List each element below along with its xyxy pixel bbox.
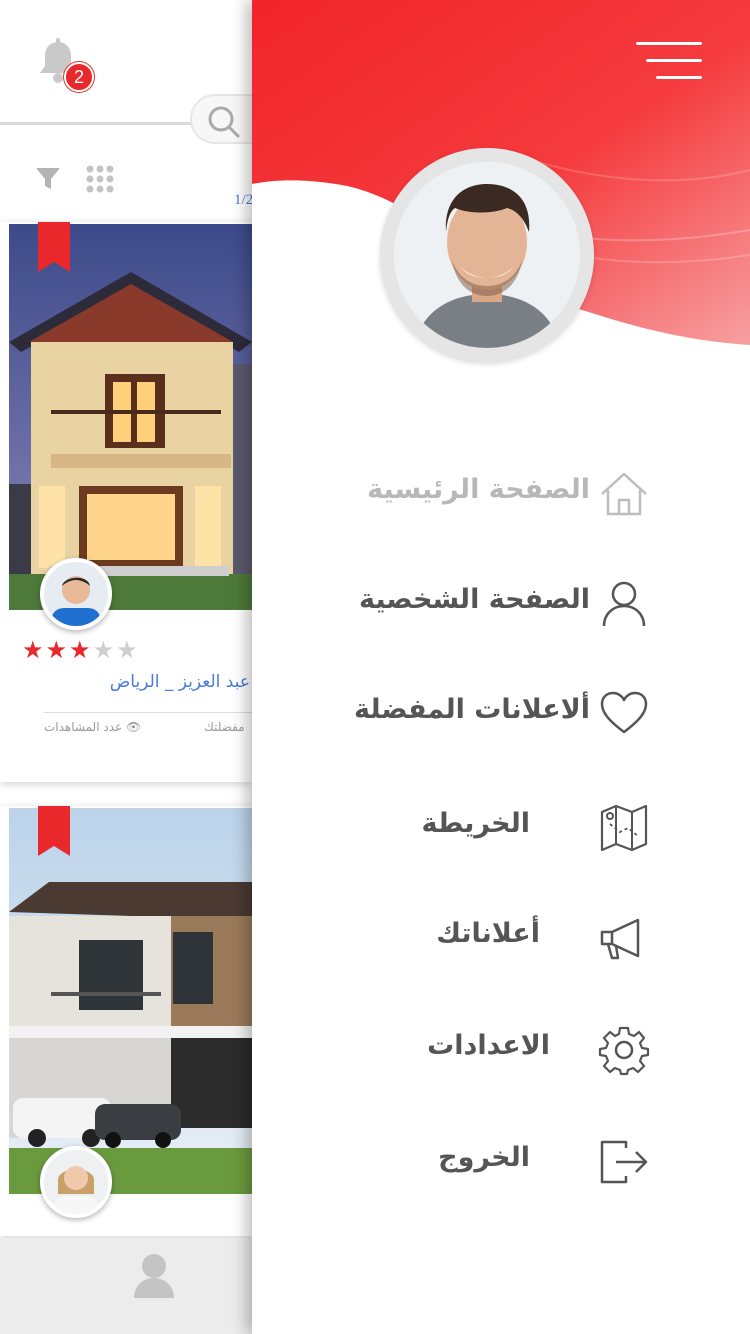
property-photo <box>9 808 252 1194</box>
agent-avatar[interactable] <box>40 558 112 630</box>
menu-item-map[interactable]: الخريطة <box>252 794 650 864</box>
rating-stars: ★★★★★ <box>22 636 140 664</box>
logout-icon <box>600 1140 648 1184</box>
map-icon <box>600 804 648 852</box>
views-label: عدد المشاهدات <box>44 720 123 734</box>
property-location[interactable]: عبد العزيز _ الرياض <box>110 672 250 692</box>
search-underline <box>0 122 200 125</box>
star-filled: ★ <box>22 636 46 664</box>
notification-count-badge: 2 <box>64 62 94 92</box>
menu-item-label: الخروج <box>438 1142 530 1173</box>
menu-item-profile[interactable]: الصفحة الشخصية <box>252 570 650 640</box>
star-filled: ★ <box>45 636 70 664</box>
page-indicator: 1/2 <box>234 192 254 208</box>
eye-icon: 👁 <box>126 720 142 734</box>
menu-item-logout[interactable]: الخروج <box>252 1128 650 1198</box>
property-card[interactable] <box>0 806 252 1236</box>
home-icon <box>601 472 647 516</box>
menu-item-my-ads[interactable]: أعلاناتك <box>252 904 650 974</box>
hamburger-line <box>636 42 702 45</box>
menu-item-home[interactable]: الصفحة الرئيسية <box>252 460 650 530</box>
profile-tab-icon[interactable] <box>132 1252 176 1300</box>
hamburger-line <box>646 59 702 62</box>
menu-toggle-button[interactable] <box>634 40 702 82</box>
property-card[interactable]: ★★★★★ عبد العزيز _ الرياض 👁 عدد المشاهدا… <box>0 222 252 782</box>
heart-icon <box>600 691 648 734</box>
star-filled: ★ <box>69 636 93 664</box>
card-divider <box>44 712 252 713</box>
menu-item-settings[interactable]: الاعدادات <box>252 1016 650 1086</box>
user-icon <box>602 581 646 627</box>
menu-item-label: الصفحة الشخصية <box>359 584 590 615</box>
filter-icon[interactable] <box>34 165 62 193</box>
megaphone-icon <box>600 918 640 960</box>
menu-item-favorites[interactable]: ألاعلانات المفضلة <box>252 680 650 750</box>
gear-icon <box>598 1026 650 1076</box>
menu-item-label: ألاعلانات المفضلة <box>353 694 590 725</box>
hamburger-line <box>656 76 702 79</box>
star-empty: ★ <box>92 636 117 664</box>
bottom-nav <box>0 1238 252 1334</box>
side-drawer: الصفحة الرئيسية الصفحة الشخصية ألاعلانات… <box>252 0 750 1334</box>
search-icon <box>208 106 240 138</box>
menu-item-label: أعلاناتك <box>436 918 540 949</box>
drawer-header <box>252 0 750 362</box>
agent-avatar[interactable] <box>40 1146 112 1218</box>
menu-item-label: الاعدادات <box>427 1030 550 1061</box>
menu-item-label: الخريطة <box>421 808 530 839</box>
menu-item-label: الصفحة الرئيسية <box>367 474 590 505</box>
grid-view-icon[interactable] <box>86 165 114 193</box>
profile-avatar[interactable] <box>380 148 594 362</box>
views-count: 👁 عدد المشاهدات <box>44 720 141 734</box>
star-empty: ★ <box>116 636 140 664</box>
favorites-label[interactable]: مفضلتك <box>204 720 245 734</box>
property-photo <box>9 224 252 610</box>
